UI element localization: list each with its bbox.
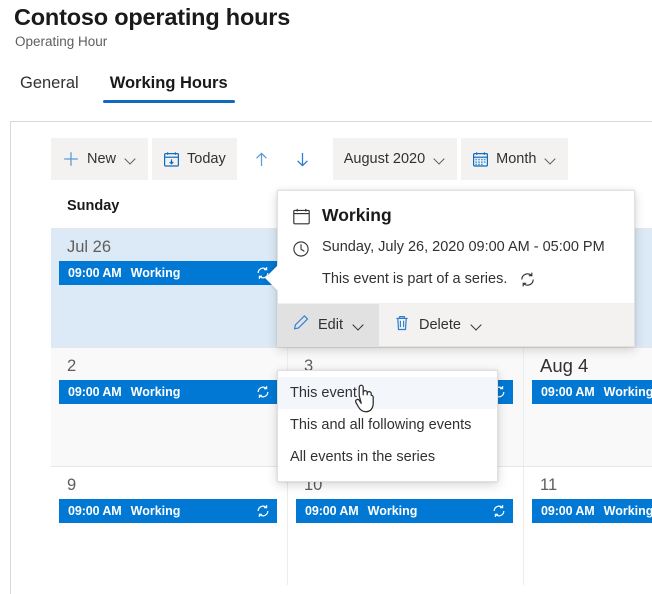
event-details-popup: Working Sunday, July 26, 2020 09:00 AM -… — [265, 190, 635, 347]
calendar-month-icon — [472, 151, 489, 168]
popup-title-row: Working — [292, 205, 618, 226]
popup-when-row: Sunday, July 26, 2020 09:00 AM - 05:00 P… — [292, 238, 618, 258]
recurrence-icon — [519, 271, 536, 288]
page-title: Contoso operating hours — [14, 4, 291, 30]
menu-item-label: This and all following events — [290, 417, 472, 433]
popup-callout-pointer — [265, 265, 278, 291]
calendar-event[interactable]: 09:00 AM Working — [59, 261, 277, 285]
popup-event-title: Working — [322, 205, 392, 225]
day-cell[interactable]: 9 09:00 AM Working — [51, 467, 287, 585]
view-label: Month — [496, 151, 537, 168]
event-time: 09:00 AM — [68, 266, 122, 280]
event-title: Working — [603, 504, 652, 518]
menu-item-label: All events in the series — [290, 449, 436, 465]
event-time: 09:00 AM — [68, 385, 122, 399]
edit-dropdown-menu: This event This and all following events… — [277, 370, 498, 482]
day-number: Jul 26 — [67, 238, 112, 256]
period-label: August 2020 — [343, 151, 426, 168]
chevron-down-icon — [472, 320, 483, 331]
popup-event-when: Sunday, July 26, 2020 09:00 AM - 05:00 P… — [322, 239, 605, 255]
recurrence-icon — [492, 504, 506, 518]
page-header: Contoso operating hours Operating Hour G… — [0, 0, 652, 120]
event-time: 09:00 AM — [541, 504, 595, 518]
tab-general-label: General — [20, 74, 79, 92]
event-time: 09:00 AM — [541, 385, 595, 399]
event-time: 09:00 AM — [305, 504, 359, 518]
previous-period-button[interactable] — [241, 138, 282, 180]
popup-action-bar: Edit Delete — [278, 303, 634, 346]
today-button-label: Today — [187, 151, 226, 168]
chevron-down-icon — [546, 154, 557, 165]
day-cell[interactable]: 11 09:00 AM Working — [523, 467, 652, 585]
day-number: 11 — [540, 476, 558, 494]
calendar-event[interactable]: 09:00 AM Working — [59, 380, 277, 404]
edit-button[interactable]: Edit — [278, 304, 379, 346]
new-button-label: New — [87, 151, 117, 168]
calendar-event[interactable]: 09:00 AM Working — [532, 499, 652, 523]
menu-item-this-event[interactable]: This event — [278, 377, 497, 409]
clock-icon — [292, 238, 314, 258]
calendar-event[interactable]: 09:00 AM Working — [296, 499, 513, 523]
day-number: 2 — [67, 357, 77, 375]
calendar-today-icon — [163, 151, 180, 168]
event-title: Working — [130, 266, 181, 280]
toolbar-divider — [323, 138, 333, 180]
page-subtitle: Operating Hour — [15, 34, 108, 49]
week-row: 9 09:00 AM Working 10 09:00 AM Working 1… — [51, 466, 652, 585]
view-picker-button[interactable]: Month — [461, 138, 569, 180]
plus-icon — [62, 150, 80, 168]
event-title: Working — [367, 504, 418, 518]
popup-series-note: This event is part of a series. — [322, 271, 508, 287]
event-title: Working — [603, 385, 652, 399]
chevron-down-icon — [354, 320, 365, 331]
today-button[interactable]: Today — [152, 138, 237, 180]
arrow-up-icon — [252, 150, 271, 169]
tab-working-hours[interactable]: Working Hours — [100, 70, 238, 103]
next-period-button[interactable] — [282, 138, 323, 180]
day-cell[interactable]: Jul 26 09:00 AM Working — [51, 229, 287, 347]
popup-series-row: This event is part of a series. — [292, 270, 618, 289]
chevron-down-icon — [435, 154, 446, 165]
pencil-icon — [292, 314, 310, 336]
calendar-icon — [292, 205, 314, 226]
event-title: Working — [130, 504, 181, 518]
trash-icon — [393, 314, 411, 336]
event-time: 09:00 AM — [68, 504, 122, 518]
event-title: Working — [130, 385, 181, 399]
day-header-sunday: Sunday — [67, 198, 120, 214]
delete-button-label: Delete — [419, 317, 461, 333]
popup-body: Working Sunday, July 26, 2020 09:00 AM -… — [278, 191, 634, 303]
recurrence-icon — [256, 504, 270, 518]
menu-item-this-and-following[interactable]: This and all following events — [278, 409, 497, 441]
day-cell[interactable]: 2 09:00 AM Working — [51, 348, 287, 466]
calendar-toolbar: New Today August 2020 Month — [51, 138, 569, 180]
arrow-down-icon — [293, 150, 312, 169]
calendar-event[interactable]: 09:00 AM Working — [59, 499, 277, 523]
day-cell[interactable]: 10 09:00 AM Working — [287, 467, 523, 585]
recurrence-icon — [256, 385, 270, 399]
delete-button[interactable]: Delete — [379, 304, 497, 346]
day-cell[interactable]: Aug 4 09:00 AM Working — [523, 348, 652, 466]
day-number: Aug 4 — [540, 355, 589, 376]
new-button[interactable]: New — [51, 138, 149, 180]
chevron-down-icon — [126, 154, 137, 165]
day-number: 9 — [67, 476, 77, 494]
menu-item-all-events[interactable]: All events in the series — [278, 441, 497, 473]
tab-general[interactable]: General — [10, 70, 89, 96]
menu-item-label: This event — [290, 385, 357, 401]
tab-active-underline — [102, 100, 235, 103]
tab-strip: General Working Hours — [10, 70, 238, 106]
edit-button-label: Edit — [318, 317, 343, 333]
calendar-event[interactable]: 09:00 AM Working — [532, 380, 652, 404]
period-picker-button[interactable]: August 2020 — [332, 138, 458, 180]
tab-working-hours-label: Working Hours — [109, 74, 228, 92]
